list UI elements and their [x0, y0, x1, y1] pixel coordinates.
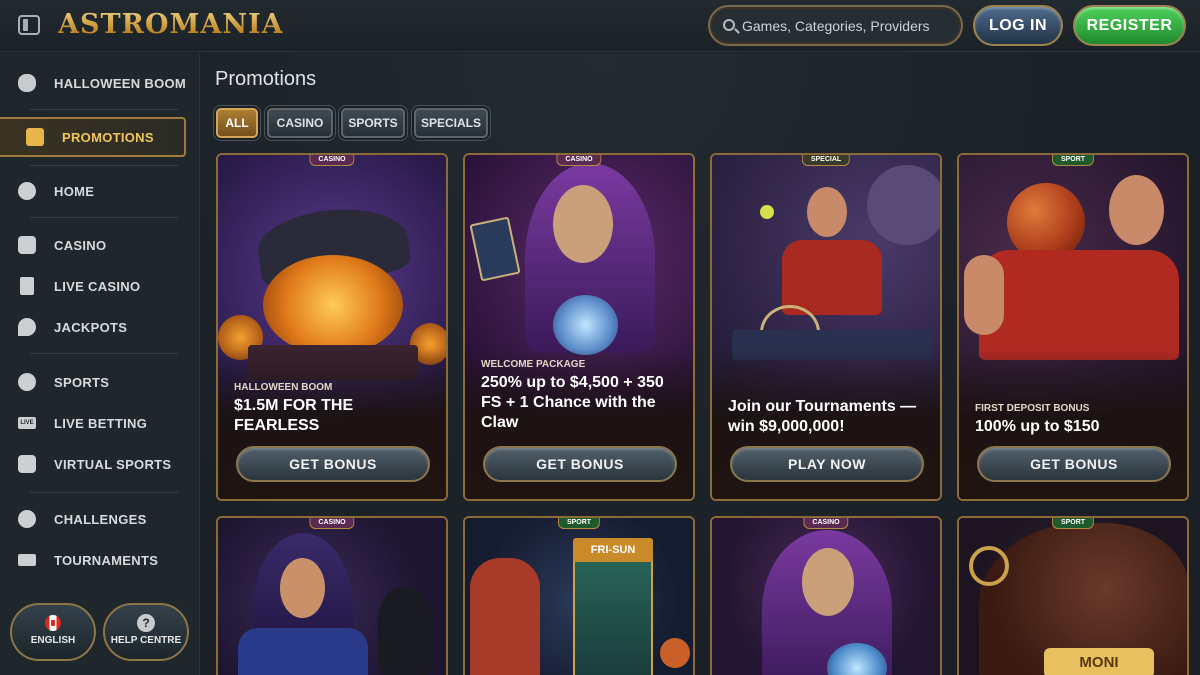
medal-icon: [18, 510, 36, 528]
card-tag: SPORT: [1051, 155, 1095, 166]
help-icon: ?: [137, 614, 155, 632]
card-text: HALLOWEEN BOOM $1.5M FOR THE FEARLESS: [234, 382, 436, 436]
help-centre-button[interactable]: ? HELP CENTRE: [103, 603, 189, 661]
slot-machine-icon: [18, 236, 36, 254]
sidebar-divider: [30, 109, 178, 110]
promo-card-first-deposit[interactable]: SPORT FIRST DEPOSIT BONUS 100% up to $15…: [957, 153, 1189, 501]
sidebar-item-label: LIVE CASINO: [54, 278, 141, 294]
register-button[interactable]: REGISTER: [1073, 5, 1186, 46]
podium-icon: [18, 554, 36, 566]
main-content: Promotions ALL CASINO SPORTS SPECIALS CA…: [201, 53, 1200, 675]
sidebar-item-live-betting[interactable]: LIVE LIVE BETTING: [18, 408, 188, 438]
search-input[interactable]: [742, 16, 952, 36]
get-bonus-button[interactable]: GET BONUS: [236, 446, 430, 482]
sidebar-item-sports[interactable]: SPORTS: [18, 367, 188, 397]
home-icon: [18, 182, 36, 200]
filter-sports[interactable]: SPORTS: [341, 108, 405, 138]
sidebar-item-virtual-sports[interactable]: VIRTUAL SPORTS: [18, 449, 188, 479]
card-subtitle: WELCOME PACKAGE: [481, 359, 586, 370]
card-headline: $1.5M FOR THE FEARLESS: [234, 397, 354, 434]
witch-with-cat-art: [218, 518, 446, 675]
sidebar-item-label: TOURNAMENTS: [54, 552, 159, 568]
card-tag: CASINO: [556, 155, 602, 166]
promo-card-row2-2[interactable]: FRI-SUN SPORT: [463, 516, 695, 675]
get-bonus-button[interactable]: GET BONUS: [483, 446, 677, 482]
sidebar-item-label: HALLOWEEN BOOM: [54, 75, 187, 91]
sidebar: HALLOWEEN BOOM PROMOTIONS HOME CASINO LI…: [0, 53, 200, 675]
get-bonus-button[interactable]: GET BONUS: [977, 446, 1171, 482]
card-text: Join our Tournaments — win $9,000,000!: [728, 397, 930, 437]
sidebar-item-label: CASINO: [54, 237, 107, 253]
card-tag: SPECIAL: [801, 155, 851, 166]
promo-card-row2-4[interactable]: MONI SPORT: [957, 516, 1189, 675]
card-text: FIRST DEPOSIT BONUS 100% up to $150: [975, 403, 1177, 437]
card-tag: CASINO: [803, 518, 849, 529]
promo-card-halloween[interactable]: CASINO HALLOWEEN BOOM $1.5M FOR THE FEAR…: [216, 153, 448, 501]
card-tag: CASINO: [309, 155, 355, 166]
card-tag: CASINO: [309, 518, 355, 529]
card-subtitle: FIRST DEPOSIT BONUS: [975, 403, 1090, 414]
gift-icon: [26, 128, 44, 146]
promo-card-row2-3[interactable]: CASINO: [710, 516, 942, 675]
live-icon: LIVE: [18, 417, 36, 429]
sidebar-item-promotions[interactable]: PROMOTIONS: [0, 117, 186, 157]
sidebar-divider: [30, 165, 178, 166]
language-button[interactable]: ENGLISH: [10, 603, 96, 661]
language-label: ENGLISH: [30, 635, 76, 646]
sidebar-item-jackpots[interactable]: JACKPOTS: [18, 312, 188, 342]
search-box[interactable]: [708, 5, 963, 46]
sidebar-item-challenges[interactable]: CHALLENGES: [18, 504, 188, 534]
play-now-button[interactable]: PLAY NOW: [730, 446, 924, 482]
canada-flag-icon: [45, 615, 61, 631]
sidebar-item-label: JACKPOTS: [54, 319, 128, 335]
sidebar-item-label: LIVE BETTING: [54, 415, 148, 431]
horse-art: MONI: [959, 518, 1187, 675]
sidebar-item-label: VIRTUAL SPORTS: [54, 456, 172, 472]
sidebar-divider: [30, 492, 178, 493]
sidebar-item-casino[interactable]: CASINO: [18, 230, 188, 260]
filter-casino[interactable]: CASINO: [267, 108, 333, 138]
search-icon: [723, 19, 735, 31]
promo-card-welcome-package[interactable]: CASINO WELCOME PACKAGE 250% up to $4,500…: [463, 153, 695, 501]
site-logo[interactable]: ASTROMANIA: [58, 4, 284, 46]
sidebar-item-tournaments[interactable]: TOURNAMENTS: [18, 545, 188, 575]
claw-machine-art: FRI-SUN: [465, 518, 693, 675]
page-title: Promotions: [215, 68, 317, 90]
promo-card-row2-1[interactable]: CASINO: [216, 516, 448, 675]
sidebar-item-live-casino[interactable]: LIVE CASINO: [18, 271, 188, 301]
card-tag: SPORT: [557, 518, 601, 529]
card-headline: 100% up to $150: [975, 418, 1100, 435]
filter-all[interactable]: ALL: [216, 108, 258, 138]
card-subtitle: HALLOWEEN BOOM: [234, 382, 333, 393]
promo-card-tournaments[interactable]: SPECIAL Join our Tournaments — win $9,00…: [710, 153, 942, 501]
sidebar-divider: [30, 217, 178, 218]
soccer-ball-icon: [18, 373, 36, 391]
card-headline: Join our Tournaments — win $9,000,000!: [728, 398, 917, 435]
sidebar-item-label: PROMOTIONS: [62, 129, 154, 145]
sidebar-toggle-icon[interactable]: [18, 15, 40, 35]
filter-specials[interactable]: SPECIALS: [414, 108, 488, 138]
clover-icon: [18, 318, 36, 336]
sidebar-item-home[interactable]: HOME: [18, 176, 188, 206]
pumpkin-icon: [18, 74, 36, 92]
sidebar-item-halloween-boom[interactable]: HALLOWEEN BOOM: [18, 68, 188, 98]
help-centre-label: HELP CENTRE: [110, 635, 182, 646]
sidebar-item-label: CHALLENGES: [54, 511, 147, 527]
sidebar-item-label: HOME: [54, 183, 95, 199]
card-headline: 250% up to $4,500 + 350 FS + 1 Chance wi…: [481, 374, 664, 431]
card-tag: SPORT: [1051, 518, 1095, 529]
mystic-woman-art: [712, 518, 940, 675]
sidebar-item-label: SPORTS: [54, 374, 110, 390]
virtual-ball-icon: [18, 455, 36, 473]
top-bar: ASTROMANIA LOG IN REGISTER: [0, 0, 1200, 52]
moni-teeth-text: MONI: [1044, 648, 1154, 675]
card-text: WELCOME PACKAGE 250% up to $4,500 + 350 …: [481, 359, 683, 433]
sidebar-divider: [30, 353, 178, 354]
fri-sun-sign: FRI-SUN: [573, 538, 653, 562]
card-icon: [20, 277, 34, 295]
login-button[interactable]: LOG IN: [973, 5, 1063, 46]
